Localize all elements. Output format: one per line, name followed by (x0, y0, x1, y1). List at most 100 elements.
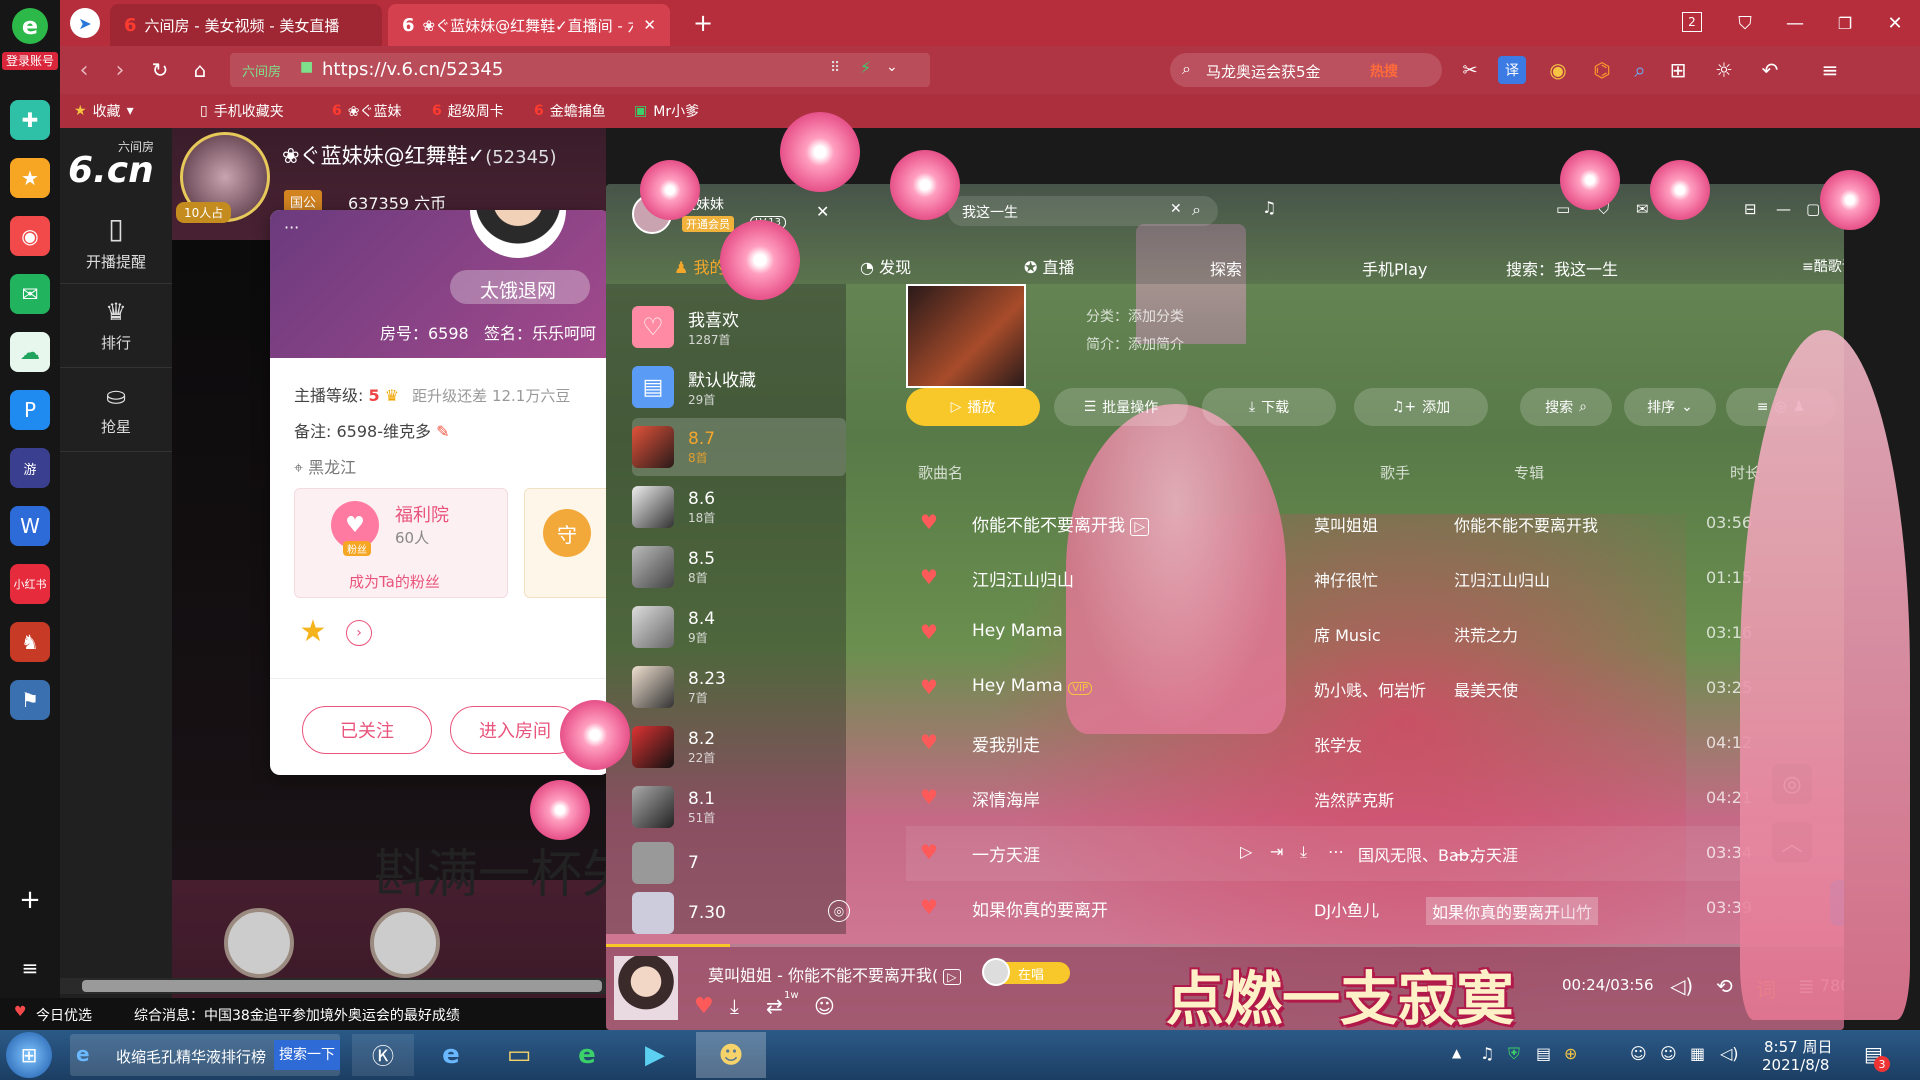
tray-expand-icon[interactable]: ▲ (1452, 1046, 1461, 1060)
pay-icon[interactable]: P (10, 390, 50, 430)
heart-icon[interactable]: ♥ (920, 565, 938, 589)
song-album[interactable]: 洪荒之力 (1454, 622, 1518, 646)
song-artist[interactable]: 浩然萨克斯 (1314, 787, 1394, 811)
row-more-icon[interactable]: ⋯ (1328, 842, 1344, 861)
player-search[interactable]: 我这一生 ✕ ⌕ (948, 196, 1218, 226)
row-download-icon[interactable]: ⤓ (1300, 842, 1307, 862)
play-all-button[interactable]: ▷ 播放 (906, 388, 1040, 426)
today-label[interactable]: 今日优选 (36, 1005, 92, 1025)
tab-live[interactable]: ✪ 直播 (1024, 254, 1075, 278)
heart-icon[interactable]: ♥ (920, 895, 938, 919)
browser-logo-icon[interactable]: e (12, 8, 48, 44)
doc-icon[interactable]: W (10, 506, 50, 546)
clear-icon[interactable]: ✕ (1170, 201, 1182, 217)
shop-icon[interactable]: 小红书 (10, 564, 50, 604)
favorite-icon[interactable]: ♥ (694, 994, 714, 1019)
now-playing-title[interactable]: 莫叫姐姐 - 你能不能不要离开我( ▷ (708, 962, 961, 986)
message-icon[interactable]: ✉ (1636, 200, 1649, 218)
comment-icon[interactable]: ☺ (814, 994, 835, 1018)
tab-discover[interactable]: ◔ 发现 (860, 254, 911, 278)
welfare-box[interactable]: ♥ 粉丝 福利院 60人 成为Ta的粉丝 (294, 488, 508, 598)
download-icon[interactable]: ⤓ (730, 994, 739, 1018)
viewer-avatar[interactable] (224, 908, 294, 978)
tab-search-result[interactable]: 搜索：我这一生 (1506, 256, 1618, 280)
playlist-item-selected[interactable]: 8.7 8首 (632, 418, 846, 476)
search-query[interactable]: 马龙奥运会获5金 (1206, 61, 1321, 82)
playlist-item[interactable]: ♡ 我喜欢 1287首 (632, 298, 842, 356)
weibo-icon[interactable]: ◉ (10, 216, 50, 256)
doc-tray-icon[interactable]: ▤ (1536, 1044, 1551, 1063)
mail-icon[interactable]: ✉ (10, 274, 50, 314)
guard-box[interactable]: 守 (524, 488, 610, 598)
site-logo[interactable]: 六间房 6.cn (68, 136, 168, 196)
browser-task-icon[interactable]: e (556, 1034, 618, 1076)
chevron-right-icon[interactable]: › (346, 620, 372, 646)
video-icon[interactable]: ▶ (624, 1034, 686, 1076)
song-row-hover[interactable]: ♥ 一方天涯 ▷ ⇥ ⤓ ⋯ 国风无限、Bab... 一方天涯 03:34 (906, 826, 1844, 881)
close-window-icon[interactable]: ✕ (1880, 8, 1910, 38)
mv-icon[interactable]: ▷ (943, 969, 961, 985)
address-bar[interactable]: 六间房 ■ https://v.6.cn/52345 ⠿ ⚡ ⌄ (230, 53, 930, 87)
volume-icon[interactable]: ◁) (1720, 1044, 1739, 1063)
playlist-intro[interactable]: 简介：添加简介 (1086, 334, 1184, 354)
home-icon[interactable]: ⌂ (186, 56, 214, 84)
download-button[interactable]: ⤓ 下载 (1202, 388, 1336, 426)
sort-button[interactable]: 排序 ⌄ (1624, 388, 1716, 426)
add-button[interactable]: ♫+ 添加 (1354, 388, 1488, 426)
nav-grab-star[interactable]: ⛀ 抢星 (60, 368, 172, 452)
viewer-avatar[interactable] (370, 908, 440, 978)
scissors-icon[interactable]: ✂ (1456, 56, 1484, 84)
mv-icon[interactable]: ▷ (1130, 518, 1150, 536)
mini-icon[interactable]: ⊟ (1744, 200, 1757, 218)
song-row[interactable]: ♥ 爱我别走 张学友 04:12 (906, 716, 1844, 771)
heart-icon[interactable]: ♥ (920, 785, 938, 809)
start-icon[interactable]: ⊞ (6, 1032, 52, 1078)
song-album[interactable]: 江归江山归山 (1454, 567, 1550, 591)
row-play-icon[interactable]: ▷ (1240, 842, 1252, 861)
share-icon[interactable]: ⇄ (766, 994, 783, 1018)
star-app-icon[interactable]: ★ (10, 158, 50, 198)
playlist-item[interactable]: 8.6 18首 (632, 478, 842, 536)
batch-button[interactable]: ☰ 批量操作 (1054, 388, 1188, 426)
fav-mr[interactable]: ▣ Mr小爹 (634, 94, 699, 128)
song-album[interactable]: 如果你真的要离开山竹 (1426, 897, 1599, 925)
scroll-thumb[interactable] (82, 980, 602, 992)
coin-icon[interactable]: ◉ (1544, 56, 1572, 84)
now-cover[interactable] (614, 956, 678, 1020)
game-icon[interactable]: 游 (10, 448, 50, 488)
minimize-icon[interactable]: — (1776, 200, 1791, 218)
qq-icon[interactable]: ☺ (1630, 1044, 1647, 1063)
medal-icon[interactable]: ★ (296, 614, 330, 649)
kugou-icon[interactable]: Ⓚ (352, 1034, 414, 1076)
song-artist[interactable]: 席 Music (1314, 622, 1381, 646)
plus-app-icon[interactable]: ✚ (10, 100, 50, 140)
tab-count-badge[interactable]: 2 (1682, 12, 1702, 32)
back-icon[interactable]: ‹ (70, 56, 98, 84)
maximize-icon[interactable]: ▢ (1806, 200, 1820, 218)
singing-pill[interactable]: 在唱 (982, 958, 1070, 986)
fav-room[interactable]: 6 ❀ぐ蓝妹 (332, 94, 401, 128)
close-icon[interactable]: ✕ (816, 202, 829, 221)
search-icon[interactable]: ⌕ (1192, 200, 1201, 220)
song-album[interactable]: 一方天涯 (1454, 842, 1518, 866)
ie-task-icon[interactable]: e (420, 1034, 482, 1076)
gamepad-icon[interactable]: ⌬ (1588, 56, 1616, 84)
address-url[interactable]: https://v.6.cn/52345 (322, 59, 503, 80)
plus-tray-icon[interactable]: ⊕ (1564, 1044, 1577, 1063)
playlist-category[interactable]: 分类：添加分类 (1086, 306, 1184, 326)
tab-liujianfang[interactable]: 6 六间房 - 美女视频 - 美女直播 (110, 4, 382, 46)
locate-icon[interactable]: ◎ (828, 900, 850, 922)
search-box[interactable]: ⌕ 马龙奥运会获5金 热搜 (1170, 53, 1442, 87)
new-tab-icon[interactable]: + (688, 8, 718, 38)
apps-icon[interactable]: ⊞ (1664, 56, 1692, 84)
playlist-item[interactable]: 8.1 51首 (632, 778, 842, 836)
row-next-icon[interactable]: ⇥ (1270, 842, 1283, 861)
song-artist[interactable]: DJ小鱼儿 (1314, 897, 1379, 921)
song-artist[interactable]: 神仔很忙 (1314, 567, 1378, 591)
login-label[interactable]: 登录账号 (2, 52, 58, 70)
restore-icon[interactable]: ❐ (1830, 8, 1860, 38)
fav-weekly[interactable]: 6 超级周卡 (432, 94, 504, 128)
song-artist[interactable]: 莫叫姐姐 (1314, 512, 1378, 536)
volume-icon[interactable]: ◁) (1670, 974, 1693, 998)
list-search-button[interactable]: 搜索 ⌕ (1520, 388, 1612, 426)
